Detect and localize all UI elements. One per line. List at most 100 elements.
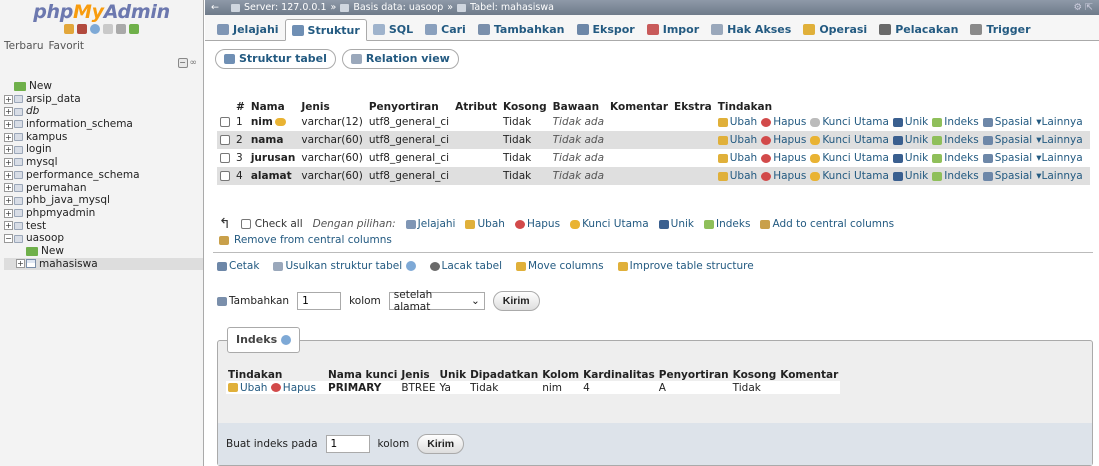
tab-sql[interactable]: SQL — [367, 18, 419, 40]
track-table-link[interactable]: Lacak tabel — [429, 260, 502, 272]
row-checkbox[interactable] — [220, 171, 230, 181]
settings-icon[interactable] — [116, 24, 126, 34]
nav-tree-item[interactable]: + performance_schema — [4, 169, 203, 182]
column-name[interactable]: nama — [251, 134, 284, 146]
row-spatial-link[interactable]: Spasial — [982, 116, 1032, 128]
row-spatial-link[interactable]: Spasial — [982, 152, 1032, 164]
tab-operasi[interactable]: Operasi — [797, 18, 873, 40]
expand-icon[interactable]: + — [4, 107, 13, 117]
row-checkbox[interactable] — [220, 135, 230, 145]
check-all-checkbox[interactable] — [240, 219, 251, 229]
expand-icon[interactable]: + — [4, 196, 13, 206]
row-unique-link[interactable]: Unik — [892, 152, 928, 164]
nav-tree-item[interactable]: New — [4, 245, 203, 258]
row-spatial-link[interactable]: Spasial — [982, 134, 1032, 146]
logout-icon[interactable] — [77, 24, 87, 34]
help-icon[interactable] — [90, 24, 100, 34]
docs-icon[interactable] — [103, 24, 113, 34]
tab-pelacakan[interactable]: Pelacakan — [873, 18, 964, 40]
row-index-link[interactable]: Indeks — [932, 152, 979, 164]
bulk-unique[interactable]: Unik — [658, 218, 694, 230]
row-unique-link[interactable]: Unik — [892, 134, 928, 146]
tab-trigger[interactable]: Trigger — [964, 18, 1036, 40]
bulk-index[interactable]: Indeks — [704, 218, 750, 230]
row-primary-link[interactable]: Kunci Utama — [810, 152, 889, 164]
expand-icon[interactable]: + — [4, 208, 13, 218]
expand-icon[interactable]: + — [4, 119, 13, 129]
column-name[interactable]: jurusan — [251, 152, 296, 164]
row-index-link[interactable]: Indeks — [932, 170, 979, 182]
row-checkbox[interactable] — [220, 153, 230, 163]
index-edit-link[interactable]: Ubah — [228, 382, 267, 394]
improve-structure-link[interactable]: Improve table structure — [617, 260, 754, 272]
bulk-drop[interactable]: Hapus — [514, 218, 560, 230]
add-columns-submit-button[interactable]: Kirim — [492, 291, 540, 311]
nav-tree-item[interactable]: + phpmyadmin — [4, 207, 203, 220]
nav-tree-item[interactable]: + mahasiswa — [4, 257, 203, 271]
print-link[interactable]: Cetak — [217, 260, 259, 272]
row-unique-link[interactable]: Unik — [892, 170, 928, 182]
row-drop-link[interactable]: Hapus — [761, 152, 806, 164]
reload-icon[interactable] — [129, 24, 139, 34]
breadcrumb-database[interactable]: Basis data: uasoop — [353, 0, 443, 15]
row-drop-link[interactable]: Hapus — [761, 134, 806, 146]
row-unique-link[interactable]: Unik — [892, 116, 928, 128]
nav-tree-item[interactable]: + kampus — [4, 131, 203, 144]
breadcrumb-server[interactable]: Server: 127.0.0.1 — [244, 0, 327, 15]
nav-tree-item[interactable]: − uasoop — [4, 232, 203, 245]
create-index-count-input[interactable] — [325, 435, 370, 453]
tab-tambahkan[interactable]: Tambahkan — [472, 18, 571, 40]
row-checkbox[interactable] — [220, 117, 230, 127]
row-edit-link[interactable]: Ubah — [717, 116, 757, 128]
bulk-browse[interactable]: Jelajahi — [405, 218, 455, 230]
collapse-icon[interactable]: − — [4, 234, 13, 244]
row-drop-link[interactable]: Hapus — [761, 170, 806, 182]
collapse-all-icon[interactable]: − — [177, 58, 188, 68]
row-primary-link[interactable]: Kunci Utama — [810, 134, 889, 146]
info-icon[interactable] — [281, 335, 292, 345]
info-icon[interactable] — [405, 261, 416, 271]
row-index-link[interactable]: Indeks — [932, 116, 979, 128]
nav-tree-item[interactable]: + arsip_data — [4, 93, 203, 106]
expand-icon[interactable]: + — [4, 221, 13, 231]
expand-icon[interactable]: + — [4, 170, 13, 180]
row-edit-link[interactable]: Ubah — [717, 170, 757, 182]
index-drop-link[interactable]: Hapus — [270, 382, 316, 394]
expand-icon[interactable]: + — [4, 183, 13, 193]
home-icon[interactable] — [64, 24, 74, 34]
nav-tree-item[interactable]: + perumahan — [4, 182, 203, 195]
bulk-primary[interactable]: Kunci Utama — [570, 218, 649, 230]
tab-table-structure[interactable]: Struktur tabel — [215, 49, 336, 69]
row-primary-link[interactable]: Kunci Utama — [810, 116, 889, 128]
bulk-edit[interactable]: Ubah — [465, 218, 505, 230]
recent-tab[interactable]: Terbaru — [4, 40, 43, 52]
bulk-remove-central[interactable]: Remove from central columns — [219, 234, 392, 246]
row-index-link[interactable]: Indeks — [932, 134, 979, 146]
row-more-link[interactable]: ▾Lainnya — [1036, 134, 1082, 146]
tab-impor[interactable]: Impor — [641, 18, 705, 40]
back-arrow-icon[interactable]: ← — [211, 0, 219, 15]
add-columns-position-select[interactable]: setelah alamat ⌄ — [388, 289, 485, 313]
tab-hak-akses[interactable]: Hak Akses — [705, 18, 797, 40]
row-primary-link[interactable]: Kunci Utama — [810, 170, 889, 182]
row-more-link[interactable]: ▾Lainnya — [1036, 152, 1082, 164]
row-edit-link[interactable]: Ubah — [717, 152, 757, 164]
nav-tree-item[interactable]: + test — [4, 220, 203, 233]
phpmyadmin-logo[interactable]: phpMyAdmin — [0, 0, 203, 22]
tab-struktur[interactable]: Struktur — [284, 19, 367, 41]
expand-icon[interactable]: + — [16, 259, 25, 269]
move-columns-link[interactable]: Move columns — [516, 260, 604, 272]
expand-icon[interactable]: + — [4, 94, 13, 104]
nav-tree-item[interactable]: New — [4, 80, 203, 93]
column-name[interactable]: nim — [251, 116, 273, 128]
link-icon[interactable]: ∞ — [190, 58, 198, 72]
row-drop-link[interactable]: Hapus — [761, 116, 806, 128]
row-more-link[interactable]: ▾Lainnya — [1036, 170, 1082, 182]
nav-tree-item[interactable]: + mysql — [4, 156, 203, 169]
tab-ekspor[interactable]: Ekspor — [571, 18, 641, 40]
check-all-label[interactable]: Check all — [255, 218, 303, 230]
expand-icon[interactable]: + — [4, 145, 13, 155]
nav-tree-item[interactable]: + phb_java_mysql — [4, 194, 203, 207]
bulk-add-central[interactable]: Add to central columns — [760, 218, 894, 230]
column-name[interactable]: alamat — [251, 170, 292, 182]
